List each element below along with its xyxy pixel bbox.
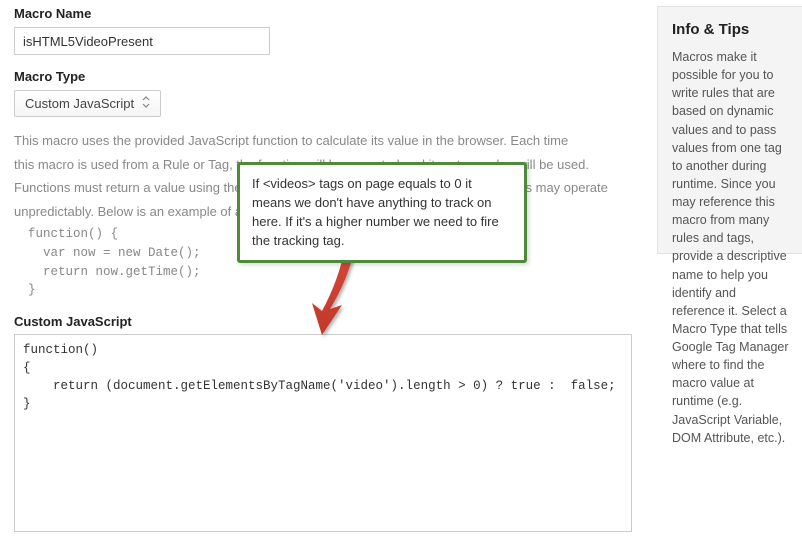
macro-type-value: Custom JavaScript	[25, 96, 134, 111]
description-line: This macro uses the provided JavaScript …	[14, 131, 634, 151]
macro-name-label: Macro Name	[14, 6, 634, 21]
sidebar-body: Macros make it possible for you to write…	[672, 48, 790, 447]
macro-name-input[interactable]	[14, 27, 270, 55]
macro-type-label: Macro Type	[14, 69, 634, 84]
custom-js-label: Custom JavaScript	[14, 314, 634, 329]
caret-icon	[142, 96, 150, 111]
info-sidebar: Info & Tips Macros make it possible for …	[657, 6, 802, 254]
sidebar-title: Info & Tips	[672, 21, 790, 38]
main-form: Macro Name Macro Type Custom JavaScript …	[14, 6, 634, 535]
macro-type-select[interactable]: Custom JavaScript	[14, 90, 161, 117]
annotation-callout: If <videos> tags on page equals to 0 it …	[237, 162, 527, 263]
custom-js-textarea[interactable]	[14, 334, 632, 532]
